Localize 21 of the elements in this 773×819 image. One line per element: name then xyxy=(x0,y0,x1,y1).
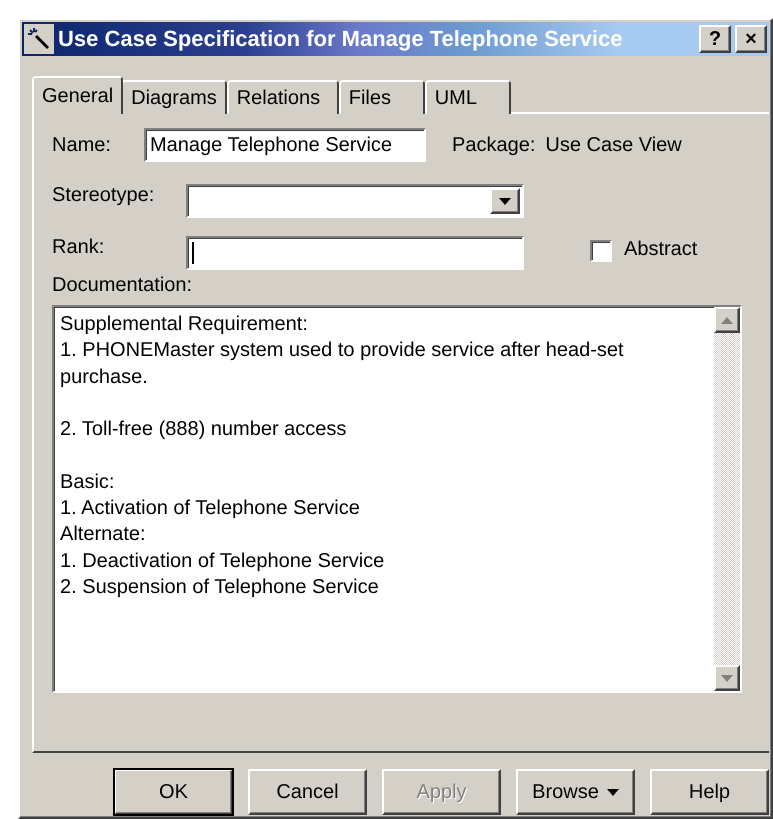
dialog-button[interactable]: Browse xyxy=(516,769,635,815)
rank-label: Rank: xyxy=(52,236,106,259)
package-value: Use Case View xyxy=(545,134,682,156)
help-button[interactable]: ? xyxy=(699,25,731,53)
dialog-button[interactable]: Cancel xyxy=(248,769,367,815)
tab[interactable]: Diagrams xyxy=(121,80,227,114)
documentation-text: Supplemental Requirement: 1. PHONEMaster system used to provide service after head-set purchase. 2. Toll-free (888) number access Basic: 1. Activation of Telephone Service Alternate: 1. Deactivation of Telephone Service 2. Suspension of Telephone Service xyxy=(59,312,625,600)
name-label: Name: xyxy=(52,134,112,156)
tab[interactable]: Relations xyxy=(226,80,339,114)
window-title: Use Case Specification for Manage Telephone Service xyxy=(58,26,624,52)
dialog-button[interactable]: OK xyxy=(114,769,233,815)
documentation-label: Documentation: xyxy=(52,274,194,297)
package-label: Package: xyxy=(452,134,536,156)
tab[interactable]: UML xyxy=(424,80,511,114)
dialog-button[interactable]: Help xyxy=(650,769,769,815)
abstract-label: Abstract xyxy=(624,238,698,261)
stereotype-label: Stereotype: xyxy=(52,184,156,207)
name-field[interactable]: Manage Telephone Service xyxy=(144,128,426,162)
tab[interactable]: General xyxy=(32,76,124,114)
tab[interactable]: Files xyxy=(338,80,425,114)
close-button[interactable]: × xyxy=(735,25,767,53)
